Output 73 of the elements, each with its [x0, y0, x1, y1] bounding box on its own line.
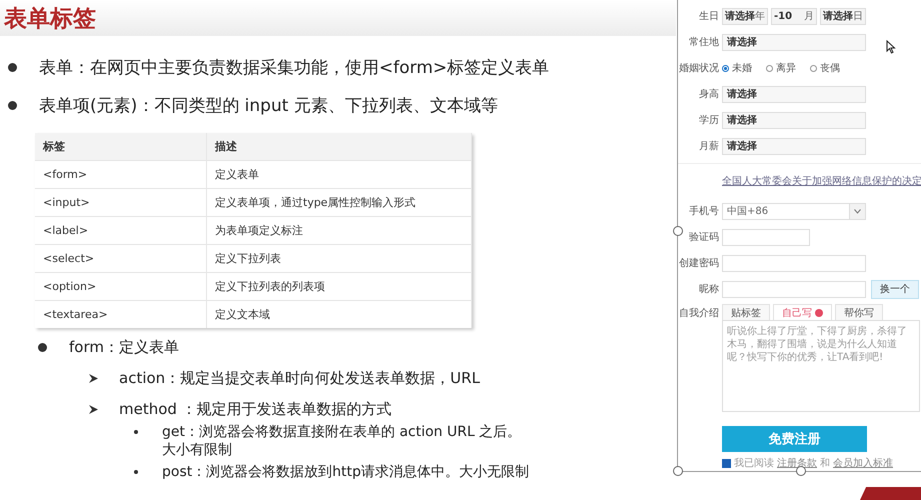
- field-label: 验证码: [688, 230, 719, 244]
- intro-tab[interactable]: 贴标签: [722, 304, 770, 320]
- field-label: 婚姻状况: [678, 62, 719, 74]
- resize-handle[interactable]: [673, 466, 683, 476]
- field-label: 昵称: [698, 282, 719, 296]
- input-field[interactable]: [722, 228, 810, 246]
- intro-tab[interactable]: 自己写: [773, 304, 832, 320]
- radio-label: 丧偶: [820, 62, 840, 75]
- field-label: 生日: [698, 10, 719, 22]
- column-header: 描述: [206, 133, 472, 160]
- arrowhead-icon: [88, 404, 99, 415]
- radio-button[interactable]: [766, 64, 773, 72]
- agreement-text: 我已阅读: [734, 456, 774, 470]
- banner-decoration: [860, 487, 921, 500]
- arrowhead-icon: [88, 373, 99, 384]
- table-cell: <input>: [35, 188, 206, 216]
- chevron-down-icon: [854, 208, 861, 214]
- table-cell: <textarea>: [35, 300, 206, 328]
- date-select[interactable]: 请选择日: [820, 8, 866, 24]
- intro-tab[interactable]: 帮你写: [835, 304, 883, 320]
- phone-field[interactable]: 中国+86: [722, 202, 866, 220]
- radio-label: 离异: [776, 62, 796, 75]
- terms-link[interactable]: 会员加入标准: [833, 456, 893, 470]
- date-select[interactable]: 请选择年: [722, 8, 768, 24]
- table-cell: <option>: [35, 272, 206, 300]
- field-label: 学历: [698, 114, 719, 126]
- field-label: 创建密码: [678, 256, 719, 270]
- radio-button[interactable]: [722, 64, 729, 72]
- textarea-field[interactable]: 听说你上得了厅堂，下得了厨房，杀得了木马，翻得了围墙，说是为什么人知道呢？快写下你的优秀，让TA看到吧!: [722, 320, 920, 412]
- select-field[interactable]: 请选择: [722, 34, 866, 50]
- checkbox[interactable]: [722, 458, 731, 468]
- attribute-text: action：规定当提交表单时向何处发送表单数据，URL: [119, 369, 480, 388]
- slide-title: 表单标签: [4, 4, 96, 34]
- field-label: 常住地: [688, 36, 719, 48]
- terms-link[interactable]: 注册条款: [777, 456, 817, 470]
- resize-handle[interactable]: [796, 466, 806, 476]
- resize-handle[interactable]: [673, 226, 683, 236]
- field-label: 手机号: [688, 204, 719, 218]
- select-field[interactable]: 请选择: [722, 138, 866, 154]
- bullet-icon: [38, 343, 47, 352]
- change-button[interactable]: 换一个: [871, 280, 919, 298]
- bullet-icon: [134, 430, 138, 434]
- input-field[interactable]: [722, 280, 866, 298]
- bullet-text: 表单：在网页中主要负责数据采集功能，使用<form>标签定义表单: [39, 57, 550, 79]
- select-field[interactable]: 请选择: [722, 86, 866, 102]
- select-field[interactable]: 请选择: [722, 112, 866, 128]
- table-cell: 定义表单: [206, 160, 472, 188]
- table-cell: 为表单项定义标注: [206, 216, 472, 244]
- table-cell: 定义表单项，通过type属性控制输入形式: [206, 188, 472, 216]
- field-label: 自我介绍: [678, 306, 719, 320]
- table-cell: 定义下拉列表: [206, 244, 472, 272]
- field-label: 身高: [698, 88, 719, 100]
- input-field[interactable]: [722, 254, 866, 272]
- field-label: 月薪: [698, 140, 719, 152]
- table-cell: <label>: [35, 216, 206, 244]
- bullet-text: form：定义表单: [69, 338, 179, 357]
- agreement-text: 和: [820, 456, 830, 470]
- table-cell: 定义下拉列表的列表项: [206, 272, 472, 300]
- method-text: post：浏览器会将数据放到http请求消息体中。大小无限制: [162, 463, 529, 481]
- bullet-icon: [134, 470, 138, 474]
- table-cell: 定义文本域: [206, 300, 472, 328]
- attribute-text: method ：规定用于发送表单数据的方式: [119, 400, 392, 419]
- column-header: 标签: [35, 133, 206, 160]
- bullet-icon: [8, 101, 17, 110]
- law-link[interactable]: 全国人大常委会关于加强网络信息保护的决定: [722, 174, 921, 188]
- bullet-icon: [8, 63, 17, 72]
- cursor-icon: [886, 40, 896, 54]
- date-select[interactable]: -10 月: [771, 8, 817, 24]
- radio-label: 未婚: [732, 62, 752, 75]
- radio-button[interactable]: [810, 64, 817, 72]
- table-cell: <form>: [35, 160, 206, 188]
- table-cell: <select>: [35, 244, 206, 272]
- bullet-text: 表单项(元素)：不同类型的 input 元素、下拉列表、文本域等: [39, 95, 498, 117]
